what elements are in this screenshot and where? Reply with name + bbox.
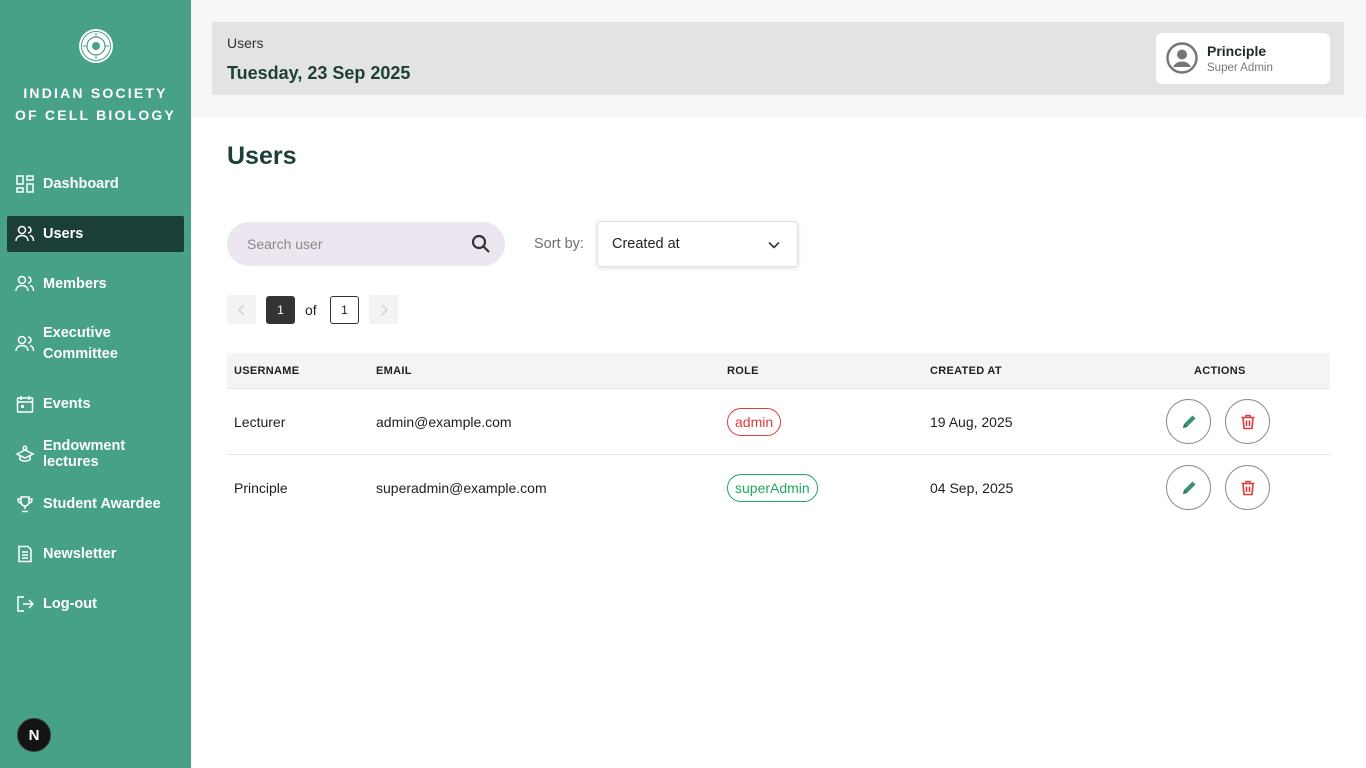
chevron-right-icon	[381, 304, 388, 315]
pagination-of: of	[305, 302, 317, 318]
sidebar-item-label: Events	[43, 396, 91, 412]
delete-button[interactable]	[1225, 465, 1270, 510]
sidebar-item-label: Members	[43, 276, 107, 292]
society-seal-logo	[78, 29, 113, 63]
pencil-icon	[1182, 481, 1195, 494]
sidebar-item-label: Endowment lectures	[43, 438, 126, 470]
sidebar-item-endowment-lectures[interactable]: Endowment lectures	[7, 436, 184, 472]
avatar-icon	[1166, 42, 1198, 74]
lecture-icon	[15, 444, 35, 464]
created-at-cell: 04 Sep, 2025	[930, 480, 1014, 496]
sidebar-item-logout[interactable]: Log-out	[7, 586, 184, 622]
table-row: Lecturer admin@example.com admin 19 Aug,…	[227, 389, 1330, 455]
sidebar-item-users[interactable]: Users	[7, 216, 184, 252]
trash-icon	[1241, 480, 1254, 495]
email-cell: admin@example.com	[376, 414, 512, 430]
search-input[interactable]	[247, 222, 467, 266]
sidebar-item-members[interactable]: Members	[7, 266, 184, 302]
chevron-left-icon	[237, 304, 244, 315]
sidebar-item-student-awardee[interactable]: Student Awardee	[7, 486, 184, 522]
prev-page-button[interactable]	[227, 295, 256, 324]
sidebar-item-label: Executive Committee	[43, 325, 118, 362]
sidebar-item-label: Dashboard	[43, 176, 119, 192]
profile-card[interactable]: Principle Super Admin	[1156, 33, 1330, 84]
page-title: Users	[227, 142, 297, 170]
sort-select[interactable]: Created at	[597, 221, 798, 267]
sidebar: INDIAN SOCIETY OF CELL BIOLOGY Dashboard…	[0, 0, 191, 768]
sidebar-item-events[interactable]: Events	[7, 386, 184, 422]
table-header: USERNAME EMAIL ROLE CREATED AT ACTIONS	[227, 353, 1330, 389]
trash-icon	[1241, 414, 1254, 429]
table-row: Principle superadmin@example.com superAd…	[227, 455, 1330, 521]
column-header-role[interactable]: ROLE	[727, 365, 759, 377]
current-date: Tuesday, 23 Sep 2025	[227, 63, 411, 83]
committee-icon	[15, 334, 35, 354]
sort-label: Sort by:	[534, 236, 584, 252]
sidebar-nav: Dashboard Users Members Executive Commit…	[7, 166, 184, 636]
sidebar-item-dashboard[interactable]: Dashboard	[7, 166, 184, 202]
sidebar-item-label: Newsletter	[43, 546, 117, 562]
logout-icon	[15, 594, 35, 614]
username-cell: Lecturer	[234, 414, 286, 430]
email-cell: superadmin@example.com	[376, 480, 547, 496]
username-cell: Principle	[234, 480, 288, 496]
column-header-actions: ACTIONS	[1194, 365, 1246, 377]
sidebar-item-label: Users	[43, 226, 84, 242]
search-box	[227, 222, 505, 266]
pencil-icon	[1182, 415, 1195, 428]
breadcrumb: Users	[227, 35, 264, 51]
sort-selected-value: Created at	[612, 236, 680, 252]
role-badge: superAdmin	[727, 474, 818, 502]
trophy-icon	[15, 494, 35, 514]
created-at-cell: 19 Aug, 2025	[930, 414, 1013, 430]
next-page-button[interactable]	[369, 295, 398, 324]
calendar-icon	[15, 394, 35, 414]
delete-button[interactable]	[1225, 399, 1270, 444]
current-page[interactable]: 1	[266, 296, 295, 324]
members-icon	[15, 274, 35, 294]
column-header-username[interactable]: USERNAME	[234, 365, 299, 377]
newsletter-icon	[15, 544, 35, 564]
column-header-created-at[interactable]: CREATED AT	[930, 365, 1002, 377]
sidebar-item-newsletter[interactable]: Newsletter	[7, 536, 184, 572]
edit-button[interactable]	[1166, 399, 1211, 444]
profile-name: Principle	[1207, 43, 1267, 59]
search-icon[interactable]	[471, 234, 491, 254]
sidebar-item-executive-committee[interactable]: Executive Committee	[7, 316, 184, 372]
users-table: USERNAME EMAIL ROLE CREATED AT ACTIONS L…	[227, 353, 1330, 521]
column-header-email[interactable]: EMAIL	[376, 365, 412, 377]
sidebar-item-label: Student Awardee	[43, 496, 161, 512]
total-pages: 1	[330, 296, 359, 324]
page-header: Users Tuesday, 23 Sep 2025 Principle Sup…	[212, 22, 1344, 95]
users-icon	[15, 224, 35, 244]
dev-tools-badge[interactable]: N	[17, 718, 51, 752]
chevron-down-icon	[768, 241, 780, 249]
profile-role: Super Admin	[1207, 62, 1273, 74]
role-badge: admin	[727, 408, 782, 436]
dashboard-grid-icon	[15, 174, 35, 194]
sidebar-item-label: Log-out	[43, 596, 97, 612]
org-name: INDIAN SOCIETY OF CELL BIOLOGY	[14, 85, 177, 123]
logo-block: INDIAN SOCIETY OF CELL BIOLOGY	[0, 28, 191, 126]
edit-button[interactable]	[1166, 465, 1211, 510]
